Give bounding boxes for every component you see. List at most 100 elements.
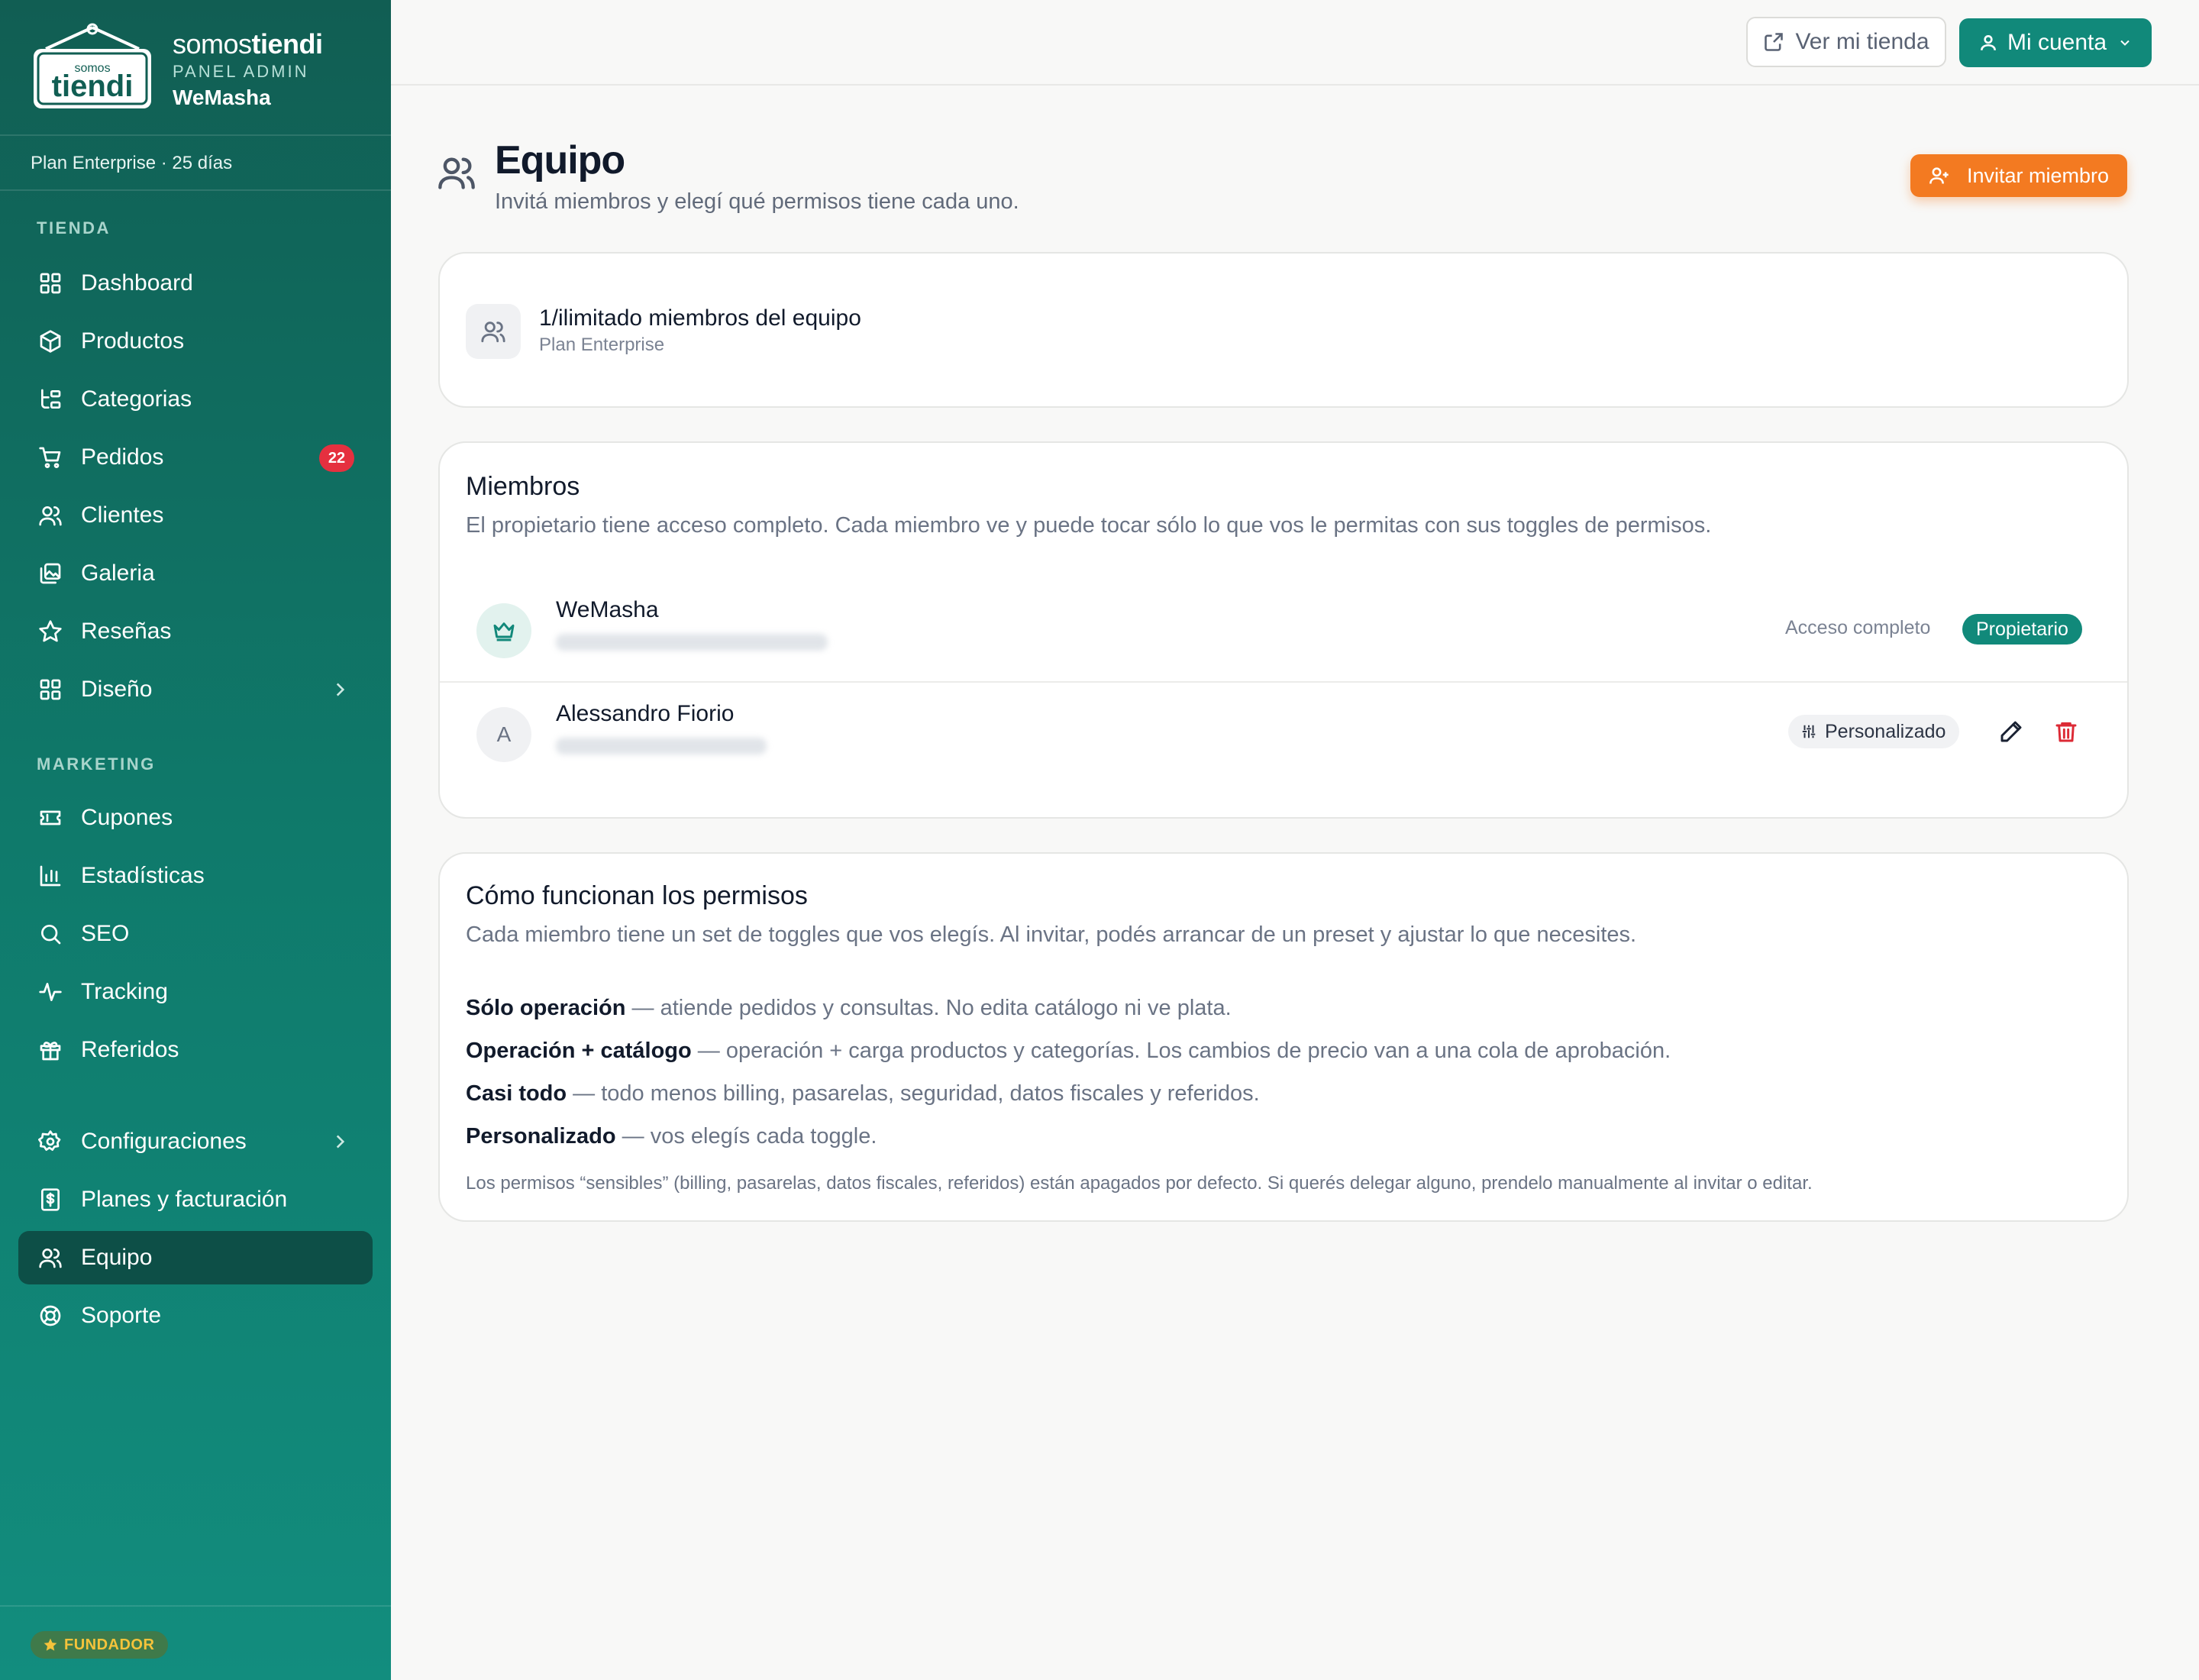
custom-role-badge: Personalizado <box>1788 715 1960 748</box>
sidebar-item-label: Referidos <box>81 1037 179 1062</box>
sidebar-item-label: Reseñas <box>81 619 172 644</box>
cart-icon <box>37 444 64 471</box>
brand-name: somostiendi <box>173 28 323 60</box>
brand-text: somostiendi PANEL ADMIN WeMasha <box>173 27 323 111</box>
sidebar-item-galeria[interactable]: Galeria <box>18 547 373 600</box>
sidebar-item-soporte[interactable]: Soporte <box>18 1289 373 1342</box>
sidebar-item-pedidos[interactable]: Pedidos 22 <box>18 431 373 484</box>
chevron-right-icon <box>330 1132 350 1152</box>
categories-icon <box>37 386 64 413</box>
sensitive-permissions-note: Los permisos “sensibles” (billing, pasar… <box>466 1173 1813 1194</box>
permissions-title: Cómo funcionan los permisos <box>466 881 808 910</box>
sidebar-item-label: Categorias <box>81 386 192 412</box>
gear-icon <box>37 1128 64 1155</box>
crown-icon <box>493 622 515 641</box>
permissions-description: Cada miembro tiene un set de toggles que… <box>466 922 1637 947</box>
sidebar-item-label: Galeria <box>81 561 155 586</box>
external-link-icon <box>1765 33 1784 51</box>
sidebar-item-dashboard[interactable]: Dashboard <box>18 257 373 310</box>
permissions-card: Cómo funcionan los permisos Cada miembro… <box>438 852 2129 1222</box>
sidebar-item-clientes[interactable]: Clientes <box>18 489 373 542</box>
member-row-alessandro: A Alessandro Fiorio Personalizado <box>440 681 2127 787</box>
users-icon <box>37 502 64 529</box>
view-store-label: Ver mi tienda <box>1795 29 1929 54</box>
edit-member-button[interactable] <box>1996 716 2026 747</box>
delete-member-button[interactable] <box>2051 716 2081 747</box>
brand[interactable]: somos tiendi somostiendi PANEL ADMIN WeM… <box>31 23 366 115</box>
sidebar-item-configuraciones[interactable]: Configuraciones <box>18 1115 373 1168</box>
logo-big-text: tiendi <box>52 69 134 103</box>
section-marketing: MARKETING <box>37 754 156 774</box>
star-icon <box>37 618 64 645</box>
gallery-icon <box>37 560 64 587</box>
chevron-right-icon <box>330 680 350 699</box>
team-icon <box>437 153 476 192</box>
sidebar-item-label: SEO <box>81 921 130 946</box>
preset-personalizado: Personalizado — vos elegís cada toggle. <box>466 1124 877 1149</box>
sidebar-item-productos[interactable]: Productos <box>18 315 373 368</box>
sidebar-item-label: Dashboard <box>81 270 193 296</box>
sliders-icon <box>1802 725 1816 738</box>
sidebar-item-estadisticas[interactable]: Estadísticas <box>18 849 373 903</box>
sidebar-item-planes[interactable]: Planes y facturación <box>18 1173 373 1226</box>
sidebar-item-equipo[interactable]: Equipo <box>18 1231 373 1284</box>
avatar: A <box>476 707 531 762</box>
members-description: El propietario tiene acceso completo. Ca… <box>466 513 1712 538</box>
team-icon <box>466 304 521 359</box>
preset-casi-todo: Casi todo — todo menos billing, pasarela… <box>466 1081 1260 1106</box>
member-email-redacted <box>556 738 767 754</box>
member-row-owner: WeMasha Acceso completo Propietario <box>440 577 2127 683</box>
sidebar-item-label: Soporte <box>81 1303 162 1328</box>
sidebar-item-label: Productos <box>81 328 185 354</box>
invite-member-label: Invitar miembro <box>1966 163 2110 187</box>
sidebar-item-label: Pedidos <box>81 444 164 470</box>
sidebar-item-label: Tracking <box>81 979 168 1004</box>
founder-badge: FUNDADOR <box>31 1631 169 1659</box>
receipt-icon <box>37 1186 64 1213</box>
member-name: WeMasha <box>556 597 659 622</box>
founder-badge-label: FUNDADOR <box>64 1636 155 1653</box>
sidebar-item-cupones[interactable]: Cupones <box>18 791 373 845</box>
view-store-button[interactable]: Ver mi tienda <box>1746 17 1946 67</box>
sidebar-item-label: Clientes <box>81 502 164 528</box>
sidebar-item-tracking[interactable]: Tracking <box>18 965 373 1019</box>
box-icon <box>37 328 64 355</box>
owner-role-badge: Propietario <box>1962 614 2082 645</box>
sidebar-item-label: Estadísticas <box>81 863 205 888</box>
custom-role-label: Personalizado <box>1825 720 1946 742</box>
account-menu-button[interactable]: Mi cuenta <box>1959 18 2152 67</box>
sidebar-item-categorias[interactable]: Categorias <box>18 373 373 426</box>
avatar <box>476 603 531 658</box>
sidebar-footer: FUNDADOR <box>0 1605 391 1680</box>
sidebar-item-label: Planes y facturación <box>81 1187 288 1212</box>
team-plan: Plan Enterprise <box>539 334 665 355</box>
invite-member-button[interactable]: Invitar miembro <box>1910 154 2127 197</box>
dashboard-icon <box>37 270 64 297</box>
sidebar-item-referidos[interactable]: Referidos <box>18 1023 373 1077</box>
team-member-count: 1/ilimitado miembros del equipo <box>539 305 861 331</box>
section-tienda: TIENDA <box>37 218 111 237</box>
ticket-icon <box>37 804 64 832</box>
orders-count-badge: 22 <box>319 444 354 472</box>
sidebar-item-resenas[interactable]: Reseñas <box>18 605 373 658</box>
sidebar-item-seo[interactable]: SEO <box>18 907 373 961</box>
lifebuoy-icon <box>37 1302 64 1329</box>
star-icon <box>44 1638 57 1651</box>
users-icon <box>37 1244 64 1271</box>
sidebar-item-diseno[interactable]: Diseño <box>18 663 373 716</box>
member-name: Alessandro Fiorio <box>556 701 735 726</box>
member-email-redacted <box>556 634 828 651</box>
gift-icon <box>37 1036 64 1064</box>
layout-icon <box>37 676 64 703</box>
page-title: Equipo <box>495 138 625 183</box>
sidebar-item-label: Diseño <box>81 677 153 702</box>
trash-icon <box>2055 722 2077 742</box>
brand-subtitle: PANEL ADMIN <box>173 62 309 81</box>
search-icon <box>37 920 64 948</box>
sidebar: somos tiendi somostiendi PANEL ADMIN WeM… <box>0 0 391 1680</box>
chevron-down-icon <box>2120 40 2130 46</box>
chart-icon <box>37 862 64 890</box>
sidebar-item-label: Configuraciones <box>81 1129 247 1154</box>
logo-icon: somos tiendi <box>34 23 151 108</box>
plan-status[interactable]: Plan Enterprise · 25 días <box>0 134 391 191</box>
